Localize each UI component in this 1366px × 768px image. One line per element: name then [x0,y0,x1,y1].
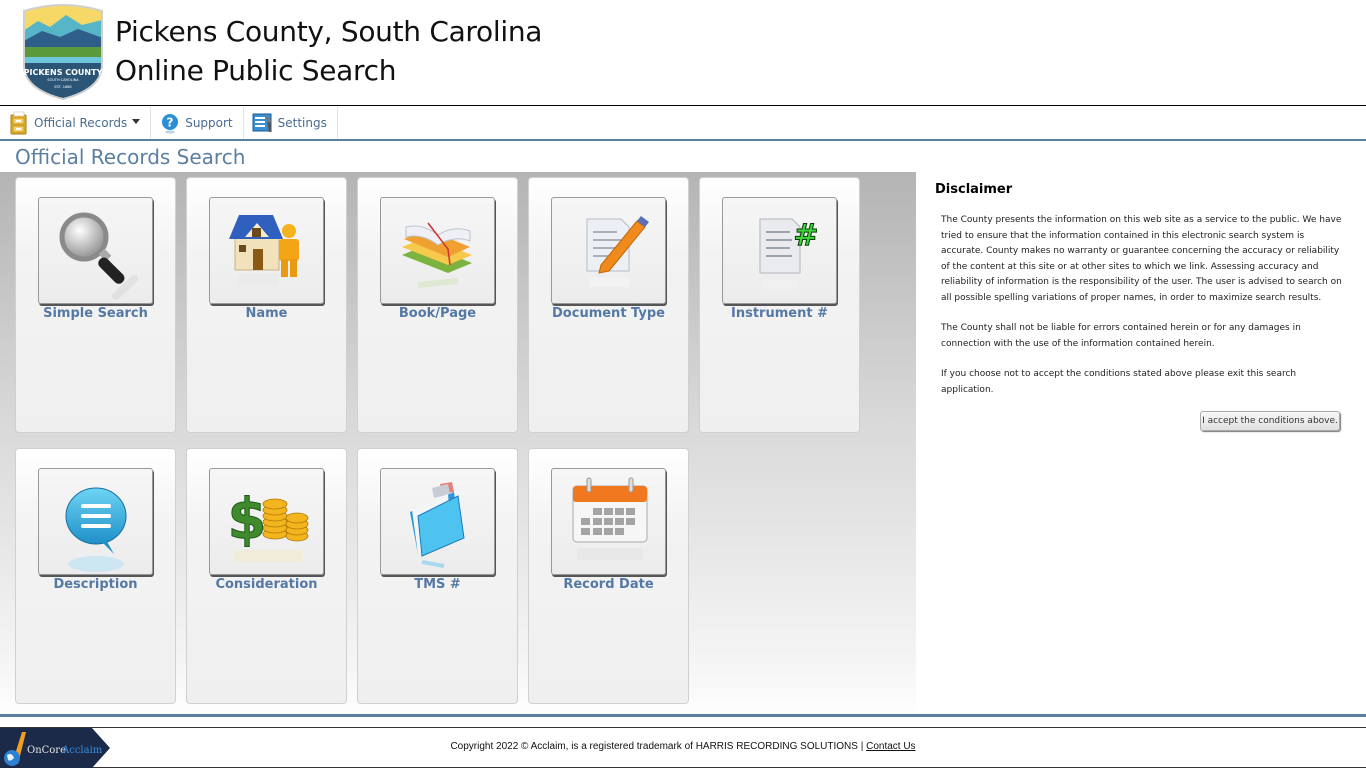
tile-label: Document Type [552,306,665,321]
tile-record-date[interactable]: Record Date [528,448,689,704]
disclaimer-panel: Disclaimer The County presents the infor… [935,182,1345,431]
tile-icon-button[interactable] [38,197,153,304]
site-title-line1: Pickens County, South Carolina [115,15,543,48]
tile-book-page[interactable]: Book/Page [357,177,518,433]
site-title-line2: Online Public Search [115,54,397,87]
accept-conditions-button[interactable]: I accept the conditions above. [1200,411,1340,431]
tile-icon-button[interactable] [380,197,495,304]
disclaimer-paragraph: The County shall not be liable for error… [941,323,1301,349]
tile-icon-button[interactable] [551,468,666,575]
calendar-icon [572,477,647,560]
footer-divider [0,714,1366,717]
tile-icon-button[interactable] [209,197,324,304]
svg-text:$: $ [227,487,266,552]
tile-name[interactable]: Name [186,177,347,433]
nav-settings-label: Settings [277,116,327,130]
contact-us-link[interactable]: Contact Us [866,741,915,752]
chevron-down-icon [132,118,141,124]
tile-label: TMS # [414,577,461,592]
main-nav: Official Records ? Support Settings [0,107,1366,141]
copyright-text: Copyright 2022 © Acclaim, is a registere… [0,741,1366,752]
tile-description[interactable]: Description [15,448,176,704]
tile-label: Description [53,577,138,592]
nav-settings[interactable]: Settings [244,107,338,139]
page-title: Official Records Search [15,145,246,169]
seal-subtext: SOUTH CAROLINA [47,78,79,82]
nav-support[interactable]: ? Support [151,107,244,139]
settings-icon [252,113,272,133]
disclaimer-paragraph: If you choose not to accept the conditio… [941,369,1297,395]
house-person-icon [228,214,299,287]
header: PICKENS COUNTY SOUTH CAROLINA EST. 1868 … [0,0,1366,106]
tile-consideration[interactable]: $ Consideration [186,448,347,704]
disclaimer-title: Disclaimer [935,182,1013,197]
seal-est: EST. 1868 [54,85,71,89]
tile-icon-button[interactable]: $ [209,468,324,575]
tile-label: Instrument # [731,306,828,321]
tile-icon-button[interactable] [380,468,495,575]
magnifier-icon [59,212,138,300]
tile-label: Consideration [215,577,318,592]
tile-label: Record Date [563,577,654,592]
disclaimer-paragraph: The County presents the information on t… [941,215,1342,303]
tile-instrument-number[interactable]: # Instrument # [699,177,860,433]
copyright-label: Copyright 2022 © Acclaim, is a registere… [450,741,867,752]
tile-icon-button[interactable]: # [722,197,837,304]
tile-label: Simple Search [43,306,148,321]
footer: OnCore Acclaim Copyright 2022 © Acclaim,… [0,727,1366,768]
document-hash-icon: # [759,217,819,289]
speech-bubble-icon [65,487,126,572]
site-title: Pickens County, South Carolina Online Pu… [115,12,542,90]
nav-support-label: Support [185,116,233,130]
books-icon [401,222,472,288]
search-options-panel: Simple Search Name Book/Page Document Ty… [0,172,916,712]
folder-icon [409,481,465,568]
tile-simple-search[interactable]: Simple Search [15,177,176,433]
county-seal-logo: PICKENS COUNTY SOUTH CAROLINA EST. 1868 [23,4,103,101]
seal-text: PICKENS COUNTY [24,68,103,77]
tile-label: Book/Page [398,306,477,321]
nav-official-records[interactable]: Official Records [0,107,152,139]
svg-text:#: # [793,218,818,253]
dollar-coins-icon: $ [227,486,308,562]
tile-tms-number[interactable]: TMS # [357,448,518,704]
document-pencil-icon [586,215,649,287]
nav-official-records-label: Official Records [34,116,128,130]
filing-cabinet-icon [10,111,27,135]
tile-icon-button[interactable] [551,197,666,304]
tile-document-type[interactable]: Document Type [528,177,689,433]
tile-icon-button[interactable] [38,468,153,575]
svg-text:?: ? [167,116,174,130]
tile-label: Name [245,306,288,321]
help-icon: ? [162,114,179,134]
